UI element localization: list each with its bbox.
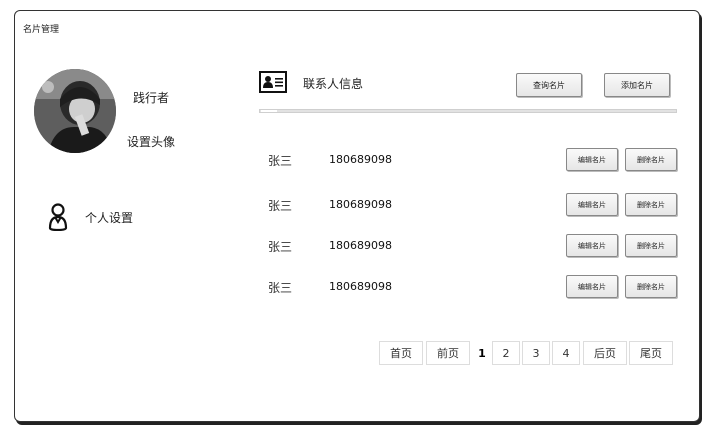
add-card-button[interactable]: 添加名片 [604,73,670,97]
contact-name: 张三 [268,199,293,213]
edit-card-button[interactable]: 编辑名片 [566,234,618,257]
delete-card-button[interactable]: 删除名片 [625,234,677,257]
person-icon [48,203,68,231]
last-page-button[interactable]: 尾页 [629,341,673,365]
page-2-button[interactable]: 2 [492,341,520,365]
contact-phone: 180689098 [329,239,392,252]
contact-card-icon [259,71,287,93]
delete-card-button[interactable]: 删除名片 [625,148,677,171]
page-4-button[interactable]: 4 [552,341,580,365]
page-1-button[interactable]: 1 [471,341,493,365]
app-window: 名片管理 践行者 设置头像 个人设置 联系人信息 查询名片 添加名片 张三 18… [14,10,700,422]
page-3-button[interactable]: 3 [522,341,550,365]
contact-info-title: 联系人信息 [303,77,364,91]
contact-phone: 180689098 [329,153,392,166]
set-avatar-link[interactable]: 设置头像 [127,133,175,150]
delete-card-button[interactable]: 删除名片 [625,193,677,216]
prev-page-button[interactable]: 前页 [426,341,470,365]
header-divider [259,109,677,113]
query-card-button[interactable]: 查询名片 [516,73,582,97]
next-page-button[interactable]: 后页 [583,341,627,365]
contact-name: 张三 [268,281,293,295]
contact-phone: 180689098 [329,280,392,293]
contact-phone: 180689098 [329,198,392,211]
contact-name: 张三 [268,154,293,168]
edit-card-button[interactable]: 编辑名片 [566,193,618,216]
username: 践行者 [133,91,170,105]
divider-thumb [261,110,277,112]
personal-settings-link[interactable]: 个人设置 [85,209,133,226]
delete-card-button[interactable]: 删除名片 [625,275,677,298]
edit-card-button[interactable]: 编辑名片 [566,275,618,298]
first-page-button[interactable]: 首页 [379,341,423,365]
contact-name: 张三 [268,240,293,254]
edit-card-button[interactable]: 编辑名片 [566,148,618,171]
avatar[interactable] [34,69,116,153]
window-title: 名片管理 [23,25,60,35]
